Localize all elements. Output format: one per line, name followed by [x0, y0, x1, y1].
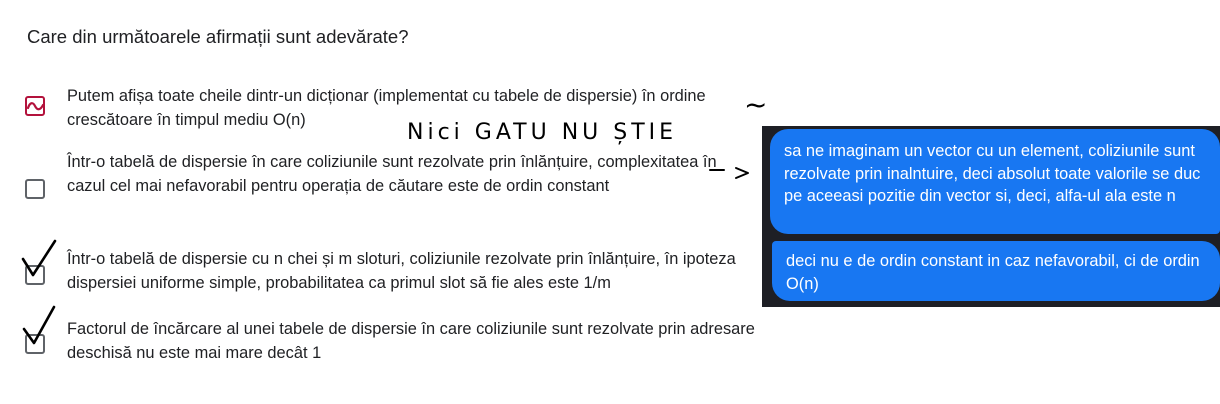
hand-checkmark-icon [21, 239, 57, 277]
option-2-checkbox[interactable] [25, 179, 45, 199]
arrow-right-icon [709, 167, 749, 179]
tilde-icon: ~ [744, 88, 768, 121]
hand-checkmark-icon [22, 305, 56, 345]
red-scribble-icon [26, 102, 45, 111]
question-title: Care din următoarele afirmații sunt adev… [27, 26, 409, 47]
chat-message-1: sa ne imaginam un vector cu un element, … [770, 129, 1220, 234]
chat-panel: sa ne imaginam un vector cu un element, … [762, 126, 1220, 307]
option-3-label: Într-o tabelă de dispersie cu n chei și … [67, 250, 736, 292]
chat-message-2: deci nu e de ordin constant in caz nefav… [772, 241, 1220, 301]
handwritten-annotation: Nici GATU NU ȘTIE [407, 120, 677, 145]
option-2-label: Într-o tabelă de dispersie în care coliz… [67, 153, 717, 195]
handwritten-note-text: Nici GATU NU ȘTIE [407, 120, 677, 145]
option-4-label: Factorul de încărcare al unei tabele de … [67, 320, 755, 362]
